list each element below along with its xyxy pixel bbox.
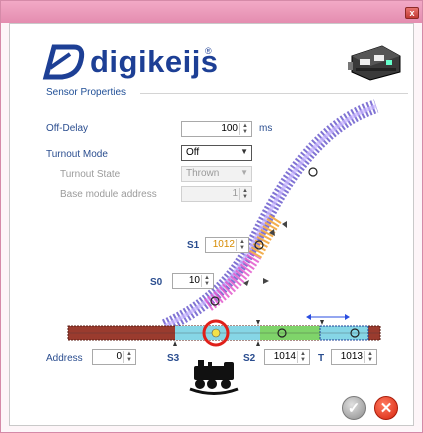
spin-arrows-icon[interactable]: ▲ ▼	[239, 123, 250, 135]
title-bar: x	[1, 1, 422, 23]
chevron-down-icon: ▼	[240, 168, 248, 177]
locomotive-icon[interactable]	[188, 358, 240, 396]
logo-registered-mark: ®	[205, 46, 212, 56]
t-address-value: 1013	[340, 351, 363, 362]
turnout-mode-select[interactable]: Off ▼	[181, 145, 252, 161]
spin-arrows-icon[interactable]: ▲ ▼	[201, 275, 212, 287]
off-delay-value: 100	[221, 123, 238, 134]
close-button[interactable]: x	[405, 7, 419, 19]
close-icon: x	[409, 8, 415, 18]
group-divider	[140, 93, 408, 94]
chevron-down-icon: ▼	[240, 147, 248, 156]
s0-address-spinner[interactable]: 10 ▲ ▼	[172, 273, 214, 289]
spin-arrows-icon[interactable]: ▲ ▼	[297, 351, 308, 363]
turnout-state-label: Turnout State	[60, 169, 121, 180]
base-module-address-value: 1	[232, 188, 238, 199]
base-module-address-spinner[interactable]: 1 ▲ ▼	[181, 186, 252, 202]
digikeijs-d-logo-icon	[42, 44, 85, 80]
s2-label: S2	[243, 353, 256, 364]
s2-address-value: 1014	[273, 351, 296, 362]
group-title: Sensor Properties	[46, 87, 127, 98]
decoder-module-icon	[348, 45, 401, 81]
turnout-state-select[interactable]: Thrown ▼	[181, 166, 252, 182]
logo-text: digikeijs	[90, 44, 219, 79]
s1-address-value: 1012	[212, 239, 235, 250]
close-icon: ✕	[379, 400, 393, 417]
address-label: Address	[46, 353, 83, 364]
s3-label: S3	[167, 353, 180, 364]
turnout-mode-label: Turnout Mode	[46, 149, 108, 160]
spin-arrows-icon[interactable]: ▲ ▼	[123, 351, 134, 363]
t-label: T	[318, 353, 325, 364]
double-arrow-icon	[306, 314, 350, 320]
turnout-mode-value: Off	[186, 147, 200, 158]
s1-address-spinner[interactable]: 1012 ▲ ▼	[205, 237, 249, 253]
off-delay-unit: ms	[259, 123, 273, 134]
spin-arrows-icon[interactable]: ▲ ▼	[364, 351, 375, 363]
base-module-address-label: Base module address	[60, 189, 157, 200]
spin-arrows-icon[interactable]: ▲ ▼	[239, 188, 250, 200]
address-spinner[interactable]: 0 ▲ ▼	[92, 349, 136, 365]
off-delay-spinner[interactable]: 100 ▲ ▼	[181, 121, 252, 137]
ok-button[interactable]: ✓	[342, 396, 366, 420]
checkmark-icon: ✓	[347, 400, 361, 417]
off-delay-label: Off-Delay	[46, 123, 89, 134]
s2-address-spinner[interactable]: 1014 ▲ ▼	[264, 349, 310, 365]
s0-address-value: 10	[188, 275, 200, 286]
spin-arrows-icon[interactable]: ▲ ▼	[236, 239, 247, 251]
s1-label: S1	[187, 240, 200, 251]
address-value: 0	[116, 351, 122, 362]
s0-label: S0	[150, 277, 163, 288]
t-address-spinner[interactable]: 1013 ▲ ▼	[331, 349, 377, 365]
turnout-state-value: Thrown	[186, 168, 220, 179]
cancel-button[interactable]: ✕	[374, 396, 398, 420]
